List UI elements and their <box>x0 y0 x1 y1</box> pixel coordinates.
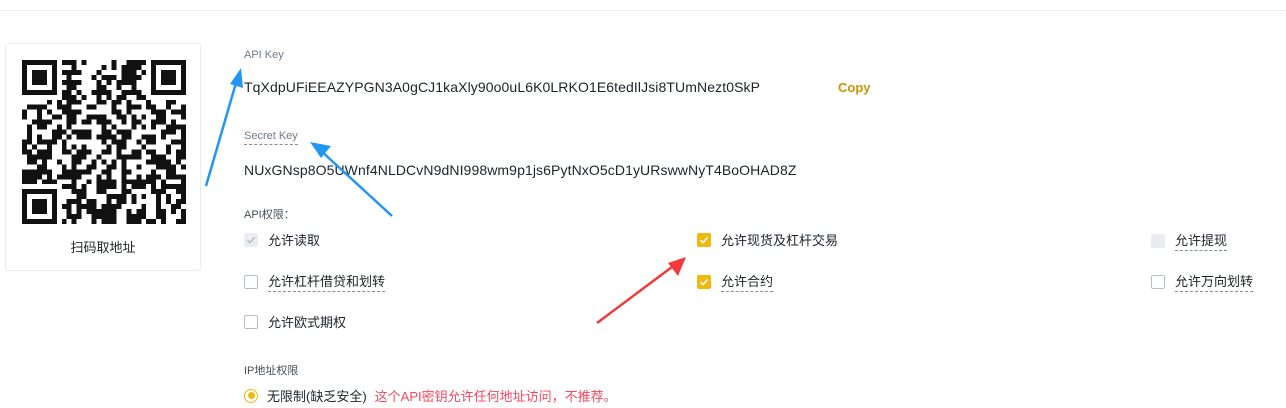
blue-arrow-secret-key <box>310 142 393 217</box>
ip-restriction-label: IP地址权限 <box>244 365 299 377</box>
perm-futures-checkbox[interactable]: 允许合约 <box>697 271 774 292</box>
api-permissions-label: API权限： <box>244 209 295 221</box>
perm-spot-margin-label: 允许现货及杠杆交易 <box>721 233 839 248</box>
ip-unrestricted-label: 无限制(缺乏安全) <box>267 389 367 404</box>
perm-spot-margin-checkbox[interactable]: 允许现货及杠杆交易 <box>697 230 838 249</box>
red-arrow-permissions <box>596 257 686 325</box>
perm-futures-label: 允许合约 <box>721 271 774 292</box>
radio-selected-icon <box>244 388 258 403</box>
checkbox-disabled-icon <box>1151 233 1165 248</box>
perm-universal-transfer-label: 允许万向划转 <box>1175 271 1254 292</box>
blue-arrow-api-key <box>204 68 243 187</box>
checkbox-unchecked-icon <box>1151 274 1165 289</box>
top-divider <box>0 10 1286 11</box>
ip-unrestricted-radio[interactable]: 无限制(缺乏安全) 这个API密钥允许任何地址访问，不推荐。 <box>244 386 617 405</box>
perm-read-label: 允许读取 <box>268 233 321 248</box>
secret-key-value: NUxGNsp8O5UWnf4NLDCvN9dNI998wm9p1js6PytN… <box>244 162 797 178</box>
perm-withdraw-checkbox[interactable]: 允许提现 <box>1151 230 1228 251</box>
perm-universal-transfer-checkbox[interactable]: 允许万向划转 <box>1151 271 1254 292</box>
perm-withdraw-label: 允许提现 <box>1175 230 1228 251</box>
perm-options-label: 允许欧式期权 <box>268 315 347 330</box>
perm-options-checkbox[interactable]: 允许欧式期权 <box>244 312 346 331</box>
checkbox-checked-icon <box>697 232 711 247</box>
checkbox-checked-disabled-icon <box>244 232 258 247</box>
qr-caption: 扫码取地址 <box>70 240 136 255</box>
checkbox-unchecked-icon <box>244 314 258 329</box>
perm-read-checkbox[interactable]: 允许读取 <box>244 230 320 249</box>
ip-warning-text: 这个API密钥允许任何地址访问，不推荐。 <box>374 389 617 404</box>
checkbox-checked-icon <box>697 274 711 289</box>
perm-margin-loan-label: 允许杠杆借贷和划转 <box>268 271 386 292</box>
api-key-label: API Key <box>244 49 284 61</box>
qr-code-image <box>22 60 186 224</box>
copy-api-key-button[interactable]: Copy <box>838 80 871 95</box>
api-key-value: TqXdpUFiEEAZYPGN3A0gCJ1kaXly90o0uL6K0LRK… <box>244 79 761 95</box>
checkbox-unchecked-icon <box>244 274 258 289</box>
secret-key-label: Secret Key <box>244 130 298 145</box>
qr-code-card: 扫码取地址 <box>5 43 201 271</box>
perm-margin-loan-checkbox[interactable]: 允许杠杆借贷和划转 <box>244 271 386 292</box>
